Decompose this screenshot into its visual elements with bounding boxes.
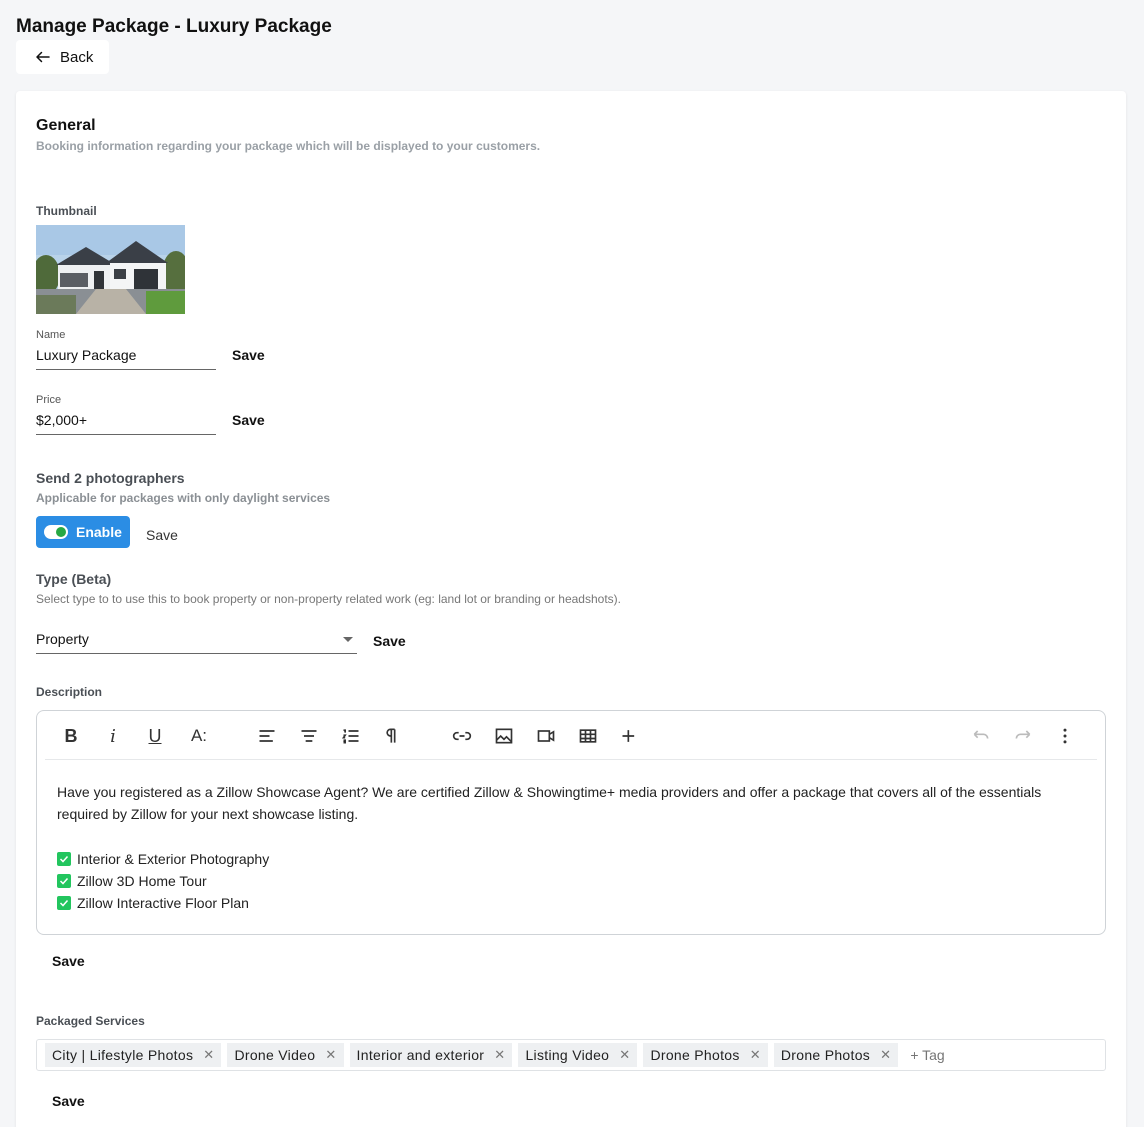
font-size-icon[interactable]: A: (186, 725, 212, 747)
tag-label: Drone Photos (780, 1047, 871, 1063)
redo-icon[interactable] (1012, 725, 1034, 747)
video-icon[interactable] (535, 725, 557, 747)
paragraph-format-icon[interactable] (382, 725, 404, 747)
insert-more-icon[interactable] (619, 725, 641, 747)
service-tag: Drone Video ✕ (227, 1043, 344, 1067)
save-description-button[interactable]: Save (52, 953, 85, 969)
italic-icon[interactable]: i (102, 725, 124, 747)
close-icon[interactable]: ✕ (750, 1047, 761, 1063)
more-options-icon[interactable] (1054, 725, 1076, 747)
image-icon[interactable] (493, 725, 515, 747)
tag-label: Drone Photos (650, 1047, 740, 1063)
section-title-general: General (36, 117, 96, 134)
close-icon[interactable]: ✕ (203, 1047, 214, 1063)
editor-toolbar: B i U A: (45, 711, 1097, 760)
checklist-item-label: Interior & Exterior Photography (77, 851, 270, 867)
type-title: Type (Beta) (36, 571, 112, 587)
description-paragraph: Have you registered as a Zillow Showcase… (57, 784, 1042, 822)
editor-content[interactable]: Have you registered as a Zillow Showcase… (57, 781, 1067, 914)
packaged-services-label: Packaged Services (36, 1014, 145, 1028)
save-price-button[interactable]: Save (232, 412, 265, 428)
package-card: General Booking information regarding yo… (16, 91, 1126, 1127)
save-name-button[interactable]: Save (232, 347, 265, 363)
checklist-item: Zillow Interactive Floor Plan (57, 892, 1067, 914)
section-subtitle-general: Booking information regarding your packa… (36, 139, 541, 153)
price-field[interactable]: $2,000+ (36, 412, 216, 435)
tag-label: City | Lifestyle Photos (52, 1047, 194, 1063)
service-tag: Interior and exterior ✕ (349, 1043, 513, 1067)
table-icon[interactable] (577, 725, 599, 747)
checkbox-checked-icon (57, 896, 71, 910)
caret-down-icon (343, 637, 353, 642)
checklist-item: Zillow 3D Home Tour (57, 870, 1067, 892)
photographers-title: Send 2 photographers (36, 470, 185, 486)
save-type-button[interactable]: Save (373, 633, 406, 649)
type-subtitle: Select type to to use this to book prope… (36, 592, 621, 606)
close-icon[interactable]: ✕ (619, 1047, 630, 1063)
close-icon[interactable]: ✕ (325, 1047, 336, 1063)
link-icon[interactable] (451, 725, 473, 747)
arrow-left-icon (34, 48, 52, 66)
photographers-subtitle: Applicable for packages with only daylig… (36, 491, 331, 505)
align-center-icon[interactable] (298, 725, 320, 747)
price-label: Price (36, 394, 62, 406)
type-select-value: Property (36, 631, 89, 647)
ordered-list-icon[interactable] (340, 725, 362, 747)
packaged-services-tags[interactable]: City | Lifestyle Photos ✕ Drone Video ✕ In… (36, 1039, 1106, 1071)
thumbnail-image[interactable] (36, 225, 185, 314)
checklist-item-label: Zillow 3D Home Tour (77, 873, 207, 889)
close-icon[interactable]: ✕ (494, 1047, 505, 1063)
checklist-item: Interior & Exterior Photography (57, 848, 1067, 870)
checkbox-checked-icon (57, 874, 71, 888)
tag-label: Listing Video (525, 1047, 610, 1063)
toggle-switch-icon (44, 525, 68, 539)
service-tag: City | Lifestyle Photos ✕ (45, 1043, 222, 1067)
description-label: Description (36, 685, 103, 699)
name-label: Name (36, 329, 66, 341)
save-photographers-button[interactable]: Save (146, 527, 178, 543)
enable-label: Enable (76, 524, 122, 540)
tag-label: Drone Video (234, 1047, 316, 1063)
service-tag: Listing Video ✕ (518, 1043, 638, 1067)
thumbnail-label: Thumbnail (36, 204, 97, 218)
underline-icon[interactable]: U (144, 725, 166, 747)
back-label: Back (60, 48, 94, 66)
service-tag: Drone Photos ✕ (643, 1043, 768, 1067)
page-title: Manage Package - Luxury Package (16, 16, 332, 37)
save-services-button[interactable]: Save (52, 1093, 85, 1109)
enable-toggle[interactable]: Enable (36, 516, 130, 548)
name-field[interactable]: Luxury Package (36, 347, 216, 370)
checklist-item-label: Zillow Interactive Floor Plan (77, 895, 249, 911)
undo-icon[interactable] (970, 725, 992, 747)
align-left-icon[interactable] (256, 725, 278, 747)
tag-label: Interior and exterior (356, 1047, 485, 1063)
add-tag-input[interactable] (910, 1047, 1031, 1063)
service-tag: Drone Photos ✕ (773, 1043, 899, 1067)
bold-icon[interactable]: B (60, 725, 82, 747)
close-icon[interactable]: ✕ (880, 1047, 891, 1063)
checkbox-checked-icon (57, 852, 71, 866)
type-select[interactable]: Property (36, 631, 357, 654)
description-editor[interactable]: B i U A: Have you registered as a Zillow… (36, 710, 1106, 935)
back-button[interactable]: Back (16, 40, 109, 74)
